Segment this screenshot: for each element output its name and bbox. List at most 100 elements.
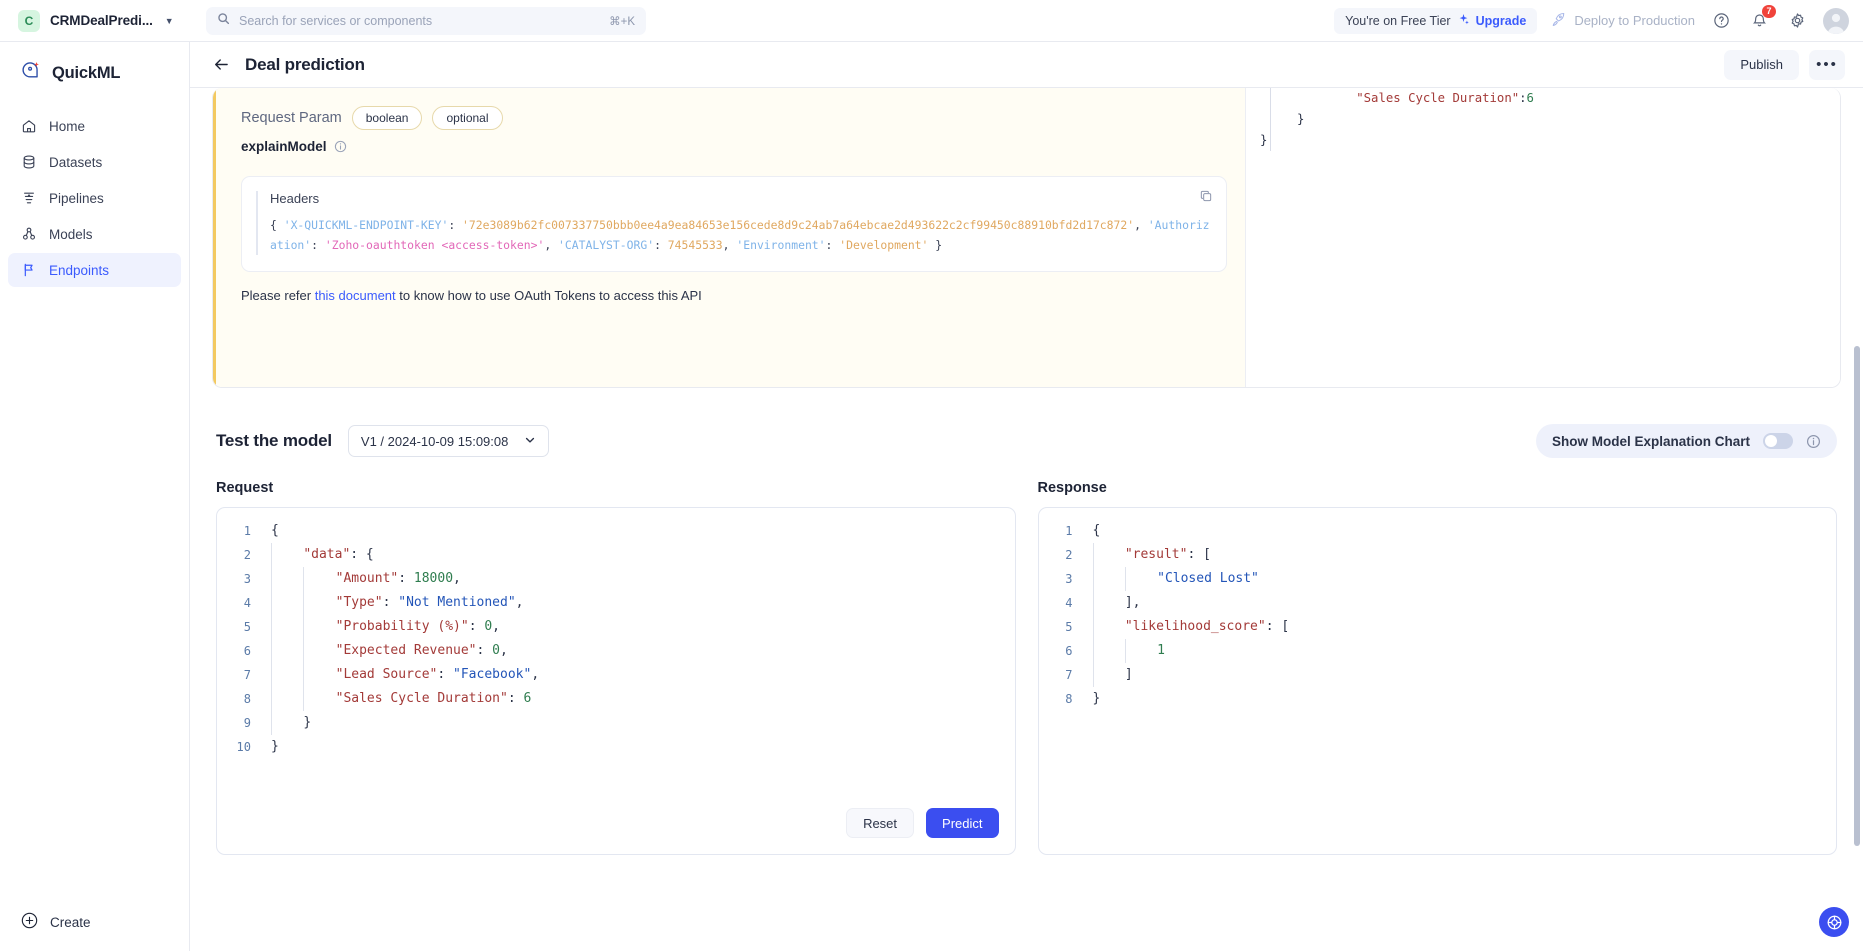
line-number: 1	[243, 524, 251, 538]
info-icon[interactable]	[334, 140, 347, 153]
free-tier-pill[interactable]: You're on Free Tier Upgrade	[1334, 7, 1538, 34]
headers-code: { 'X-QUICKML-ENDPOINT-KEY': '72e3089b62f…	[256, 215, 1210, 255]
settings-gear-icon[interactable]	[1785, 9, 1809, 33]
copy-icon[interactable]	[1199, 189, 1213, 208]
request-param-label: Request Param	[241, 110, 342, 126]
line-number: 7	[243, 668, 251, 682]
info-icon[interactable]	[1806, 434, 1821, 449]
pipeline-icon	[20, 190, 37, 207]
code-line: 4 ],	[1039, 591, 1837, 615]
line-number: 9	[243, 716, 251, 730]
code-line: 8}	[1039, 687, 1837, 711]
code-line: 5 "Probability (%)": 0,	[217, 615, 1015, 639]
page-scroll-area: Request Param boolean optional explainMo…	[190, 88, 1863, 951]
search-input[interactable]	[239, 13, 601, 28]
code-text: "result": [	[1085, 543, 1211, 567]
code-raw: }	[1260, 133, 1268, 147]
code-line: 1{	[1039, 519, 1837, 543]
code-token: }	[928, 238, 943, 252]
sidebar-item-endpoints[interactable]: Endpoints	[8, 253, 181, 287]
home-icon	[20, 118, 37, 135]
code-line: 8 "Sales Cycle Duration": 6	[217, 687, 1015, 711]
plus-circle-icon	[20, 911, 39, 933]
org-switcher[interactable]: C CRMDealPredi... ▼	[18, 9, 198, 32]
top-bar: C CRMDealPredi... ▼ ⌘+K You're on Free T…	[0, 0, 1863, 42]
user-avatar[interactable]	[1823, 7, 1849, 34]
code-text: 1	[1085, 639, 1165, 663]
predict-button[interactable]: Predict	[926, 808, 999, 838]
notifications-icon[interactable]: 7	[1747, 4, 1776, 33]
sidebar-item-models[interactable]: Models	[8, 217, 181, 251]
request-label: Request	[216, 480, 274, 496]
org-avatar: C	[18, 9, 40, 32]
more-options-button[interactable]: •••	[1809, 49, 1845, 80]
code-token: 'CATALYST-ORG'	[558, 238, 655, 252]
code-token: :	[448, 218, 463, 232]
code-line: 3 "Closed Lost"	[1039, 567, 1837, 591]
code-text: }	[271, 739, 279, 754]
global-search[interactable]: ⌘+K	[206, 6, 646, 35]
line-number: 3	[1065, 572, 1073, 586]
upgrade-link[interactable]: Upgrade	[1476, 14, 1527, 28]
code-text: "Sales Cycle Duration": 6	[263, 687, 531, 711]
sidebar-item-label: Models	[49, 226, 93, 242]
sparkle-icon	[1458, 13, 1469, 28]
response-editor: 1{ 2 "result": [3 "Closed Lost" 4 ], 5 "lik…	[1037, 507, 1837, 855]
document-link[interactable]: this document	[315, 288, 396, 303]
code-line: }	[1260, 130, 1826, 151]
publish-button[interactable]: Publish	[1724, 49, 1799, 80]
code-gutter-line	[1270, 88, 1271, 151]
response-label: Response	[1037, 480, 1107, 496]
vertical-scrollbar[interactable]	[1854, 346, 1860, 846]
tier-text: You're on Free Tier	[1345, 13, 1451, 28]
help-icon[interactable]	[1709, 9, 1733, 33]
sidebar-item-label: Endpoints	[49, 262, 110, 278]
type-chip: boolean	[351, 106, 423, 130]
brand[interactable]: QuickML	[0, 56, 189, 109]
models-icon	[20, 226, 37, 243]
api-sample-code-panel: "Sales Cycle Duration": 6 } }	[1245, 88, 1840, 387]
request-code[interactable]: 1{2 "data": {3 "Amount": 18000, 4 "Type":…	[217, 508, 1015, 808]
app-root: C CRMDealPredi... ▼ ⌘+K You're on Free T…	[0, 0, 1863, 951]
code-text: "Type": "Not Mentioned",	[263, 591, 523, 615]
test-header-row: Test the model V1 / 2024-10-09 15:09:08 …	[216, 424, 1837, 458]
warning-accent-bar	[213, 88, 216, 387]
line-number: 2	[243, 548, 251, 562]
code-token: :	[311, 238, 325, 252]
test-the-model-section: Test the model V1 / 2024-10-09 15:09:08 …	[212, 424, 1841, 855]
code-text: "data": {	[263, 543, 374, 567]
code-line: 6 "Expected Revenue": 0,	[217, 639, 1015, 663]
sidebar: QuickML Home Datasets Pipelines Models E…	[0, 42, 190, 951]
code-token: 74545533	[667, 238, 723, 252]
code-line: "Sales Cycle Duration": 6	[1260, 88, 1826, 109]
help-fab-icon[interactable]	[1819, 907, 1849, 937]
line-number: 10	[236, 740, 251, 754]
chevron-down-icon	[524, 434, 536, 449]
explanation-chart-toggle[interactable]	[1763, 433, 1793, 449]
code-token: :	[825, 238, 840, 252]
line-number: 6	[1065, 644, 1073, 658]
line-number: 8	[243, 692, 251, 706]
request-actions: Reset Predict	[217, 808, 1015, 854]
line-number: 2	[1065, 548, 1073, 562]
show-model-explanation-chart-control[interactable]: Show Model Explanation Chart	[1535, 424, 1837, 458]
api-request-param-panel: Request Param boolean optional explainMo…	[213, 88, 1245, 387]
sidebar-item-datasets[interactable]: Datasets	[8, 145, 181, 179]
reset-button[interactable]: Reset	[846, 808, 915, 838]
code-text: "Probability (%)": 0,	[263, 615, 500, 639]
back-arrow-icon[interactable]	[210, 54, 232, 76]
org-name: CRMDealPredi...	[50, 13, 153, 28]
create-button[interactable]: Create	[0, 911, 189, 951]
request-editor[interactable]: 1{2 "data": {3 "Amount": 18000, 4 "Type":…	[216, 507, 1016, 855]
code-line: 3 "Amount": 18000,	[217, 567, 1015, 591]
code-line: 5 "likelihood_score": [	[1039, 615, 1837, 639]
code-text: "Lead Source": "Facebook",	[263, 663, 539, 687]
line-number: 5	[243, 620, 251, 634]
main-content: Deal prediction Publish ••• Request Para…	[190, 42, 1863, 951]
sidebar-item-pipelines[interactable]: Pipelines	[8, 181, 181, 215]
sidebar-item-home[interactable]: Home	[8, 109, 181, 143]
deploy-to-production-button[interactable]: Deploy to Production	[1551, 12, 1695, 30]
model-version-select[interactable]: V1 / 2024-10-09 15:09:08	[347, 425, 550, 457]
